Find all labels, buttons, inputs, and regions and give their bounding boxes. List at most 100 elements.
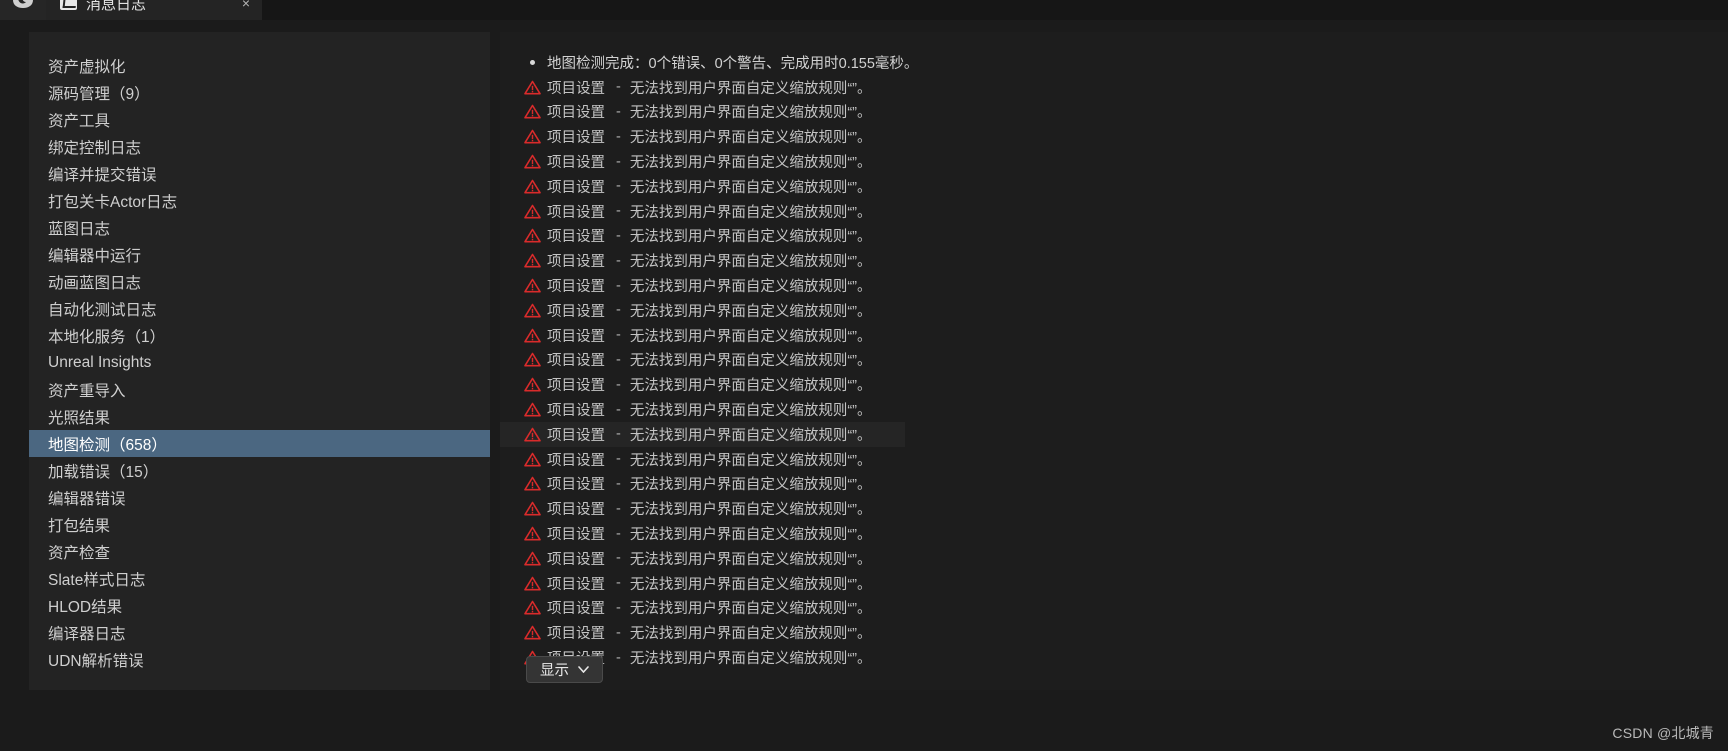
sidebar-item[interactable]: UDN解析错误 bbox=[29, 646, 490, 673]
message-row[interactable]: 项目设置-无法找到用户界面自定义缩放规则“”。 bbox=[500, 348, 1728, 373]
message-text: 无法找到用户界面自定义缩放规则“”。 bbox=[629, 328, 872, 345]
message-row[interactable]: 项目设置-无法找到用户界面自定义缩放规则“”。 bbox=[500, 596, 1728, 621]
message-category: 项目设置 bbox=[547, 130, 605, 147]
message-category: 项目设置 bbox=[547, 601, 605, 618]
sidebar-item[interactable]: 地图检测（658） bbox=[29, 430, 490, 457]
message-category: 项目设置 bbox=[547, 378, 605, 395]
message-row[interactable]: 项目设置-无法找到用户界面自定义缩放规则“”。 bbox=[500, 620, 1728, 645]
message-text: 无法找到用户界面自定义缩放规则“”。 bbox=[629, 527, 872, 544]
sidebar-item[interactable]: 资产虚拟化 bbox=[29, 52, 490, 79]
sidebar-item[interactable]: 资产检查 bbox=[29, 538, 490, 565]
message-text: 地图检测完成：0个错误、0个警告、完成用时0.155毫秒。 bbox=[547, 55, 919, 72]
message-row[interactable]: 项目设置-无法找到用户界面自定义缩放规则“”。 bbox=[500, 100, 1728, 125]
warning-triangle-icon bbox=[517, 303, 547, 318]
sidebar-item[interactable]: 源码管理（9） bbox=[29, 79, 490, 106]
sidebar-item[interactable]: 编辑器错误 bbox=[29, 484, 490, 511]
message-row[interactable]: 项目设置-无法找到用户界面自定义缩放规则“”。 bbox=[500, 447, 1728, 472]
warning-triangle-icon bbox=[517, 328, 547, 343]
message-text: 无法找到用户界面自定义缩放规则“”。 bbox=[629, 353, 872, 370]
message-list[interactable]: 地图检测完成：0个错误、0个警告、完成用时0.155毫秒。 项目设置 - 无法找到用户… bbox=[500, 32, 1728, 690]
message-separator: - bbox=[616, 599, 621, 616]
show-filter-dropdown-button[interactable]: 显示 bbox=[526, 656, 603, 683]
sidebar-item-label: 加载错误（15） bbox=[48, 463, 159, 481]
message-list-toolbar: 显示 bbox=[500, 653, 1728, 693]
warning-triangle-icon bbox=[517, 501, 547, 516]
message-row[interactable]: 项目设置-无法找到用户界面自定义缩放规则“”。 bbox=[500, 273, 1728, 298]
message-row[interactable]: 项目设置-无法找到用户界面自定义缩放规则“”。 bbox=[500, 298, 1728, 323]
message-row[interactable]: 项目设置-无法找到用户界面自定义缩放规则“”。 bbox=[500, 174, 1728, 199]
message-row[interactable]: 项目设置-无法找到用户界面自定义缩放规则“”。 bbox=[500, 521, 1728, 546]
sidebar-item[interactable]: 编辑器中运行 bbox=[29, 241, 490, 268]
sidebar-item[interactable]: 编译并提交错误 bbox=[29, 160, 490, 187]
sidebar-item[interactable]: 编译器日志 bbox=[29, 619, 490, 646]
tab-message-log[interactable]: 消息日志 × bbox=[46, 0, 262, 20]
message-separator: - bbox=[616, 351, 621, 368]
sidebar-item[interactable]: 本地化服务（1） bbox=[29, 322, 490, 349]
message-separator: - bbox=[616, 500, 621, 517]
message-row[interactable]: 项目设置-无法找到用户界面自定义缩放规则“”。 bbox=[500, 571, 1728, 596]
sidebar-item[interactable]: 加载错误（15） bbox=[29, 457, 490, 484]
warning-triangle-icon bbox=[517, 228, 547, 243]
sidebar-item[interactable]: 打包结果 bbox=[29, 511, 490, 538]
sidebar-item[interactable]: HLOD结果 bbox=[29, 592, 490, 619]
sidebar-item-label: 编辑器错误 bbox=[48, 490, 126, 508]
message-row[interactable]: 项目设置-无法找到用户界面自定义缩放规则“”。 bbox=[500, 75, 1728, 100]
message-row[interactable]: 项目设置-无法找到用户界面自定义缩放规则“”。 bbox=[500, 546, 1728, 571]
message-text: 无法找到用户界面自定义缩放规则“”。 bbox=[629, 601, 872, 618]
message-log-icon bbox=[60, 0, 77, 10]
message-row[interactable]: 项目设置-无法找到用户界面自定义缩放规则“”。 bbox=[500, 397, 1728, 422]
warning-triangle-icon bbox=[517, 154, 547, 169]
sidebar-item[interactable]: 动画蓝图日志 bbox=[29, 268, 490, 295]
message-category: 项目设置 bbox=[547, 477, 605, 494]
watermark: CSDN @北城青 bbox=[1612, 725, 1714, 741]
message-row[interactable]: 地图检测完成：0个错误、0个警告、完成用时0.155毫秒。 bbox=[500, 50, 1728, 75]
app-logo bbox=[0, 0, 46, 20]
warning-triangle-icon bbox=[517, 352, 547, 367]
message-row[interactable]: 项目设置-无法找到用户界面自定义缩放规则“”。 bbox=[500, 372, 1728, 397]
sidebar-item[interactable]: 自动化测试日志 bbox=[29, 295, 490, 322]
sidebar-item[interactable]: 资产工具 bbox=[29, 106, 490, 133]
message-text: 无法找到用户界面自定义缩放规则“”。 bbox=[629, 551, 872, 568]
sidebar-item-label: UDN解析错误 bbox=[48, 652, 144, 670]
warning-triangle-icon bbox=[517, 204, 547, 219]
message-row[interactable]: 项目设置-无法找到用户界面自定义缩放规则“”。 bbox=[500, 224, 1728, 249]
log-category-list[interactable]: 资产虚拟化 源码管理（9） 资产工具绑定控制日志 编译并提交错误 打包关卡Actor日志… bbox=[29, 32, 490, 673]
message-text: 无法找到用户界面自定义缩放规则“”。 bbox=[629, 502, 872, 519]
message-text: 无法找到用户界面自定义缩放规则“”。 bbox=[629, 80, 872, 97]
message-row[interactable]: 项目设置-无法找到用户界面自定义缩放规则“”。 bbox=[500, 124, 1728, 149]
message-row[interactable]: 项目设置-无法找到用户界面自定义缩放规则“”。 bbox=[500, 472, 1728, 497]
message-row[interactable]: 项目设置-无法找到用户界面自定义缩放规则“”。 bbox=[500, 149, 1728, 174]
show-filter-label: 显示 bbox=[540, 663, 569, 679]
message-separator: - bbox=[616, 376, 621, 393]
sidebar-item[interactable]: Unreal Insights bbox=[29, 349, 490, 376]
sidebar-item[interactable]: 光照结果 bbox=[29, 403, 490, 430]
message-category: 项目设置 bbox=[547, 353, 605, 370]
sidebar-item-label: 资产工具 bbox=[48, 112, 111, 130]
message-category: 项目设置 bbox=[547, 303, 605, 320]
sidebar-item-label: 资产检查 bbox=[48, 544, 111, 562]
sidebar-item-label: 动画蓝图日志 bbox=[48, 274, 142, 292]
tab-strip-empty-area bbox=[262, 0, 1728, 20]
sidebar-item-label: Unreal Insights bbox=[48, 353, 152, 371]
sidebar-item-label: 编译器日志 bbox=[48, 625, 126, 643]
message-row[interactable]: 项目设置-无法找到用户界面自定义缩放规则“”。 bbox=[500, 496, 1728, 521]
message-category: 项目设置 bbox=[547, 105, 605, 122]
warning-triangle-icon bbox=[517, 278, 547, 293]
message-row[interactable]: 项目设置-无法找到用户界面自定义缩放规则“”。 bbox=[500, 421, 905, 447]
warning-triangle-icon bbox=[517, 129, 547, 144]
close-icon[interactable]: × bbox=[216, 0, 250, 10]
message-list-panel: 地图检测完成：0个错误、0个警告、完成用时0.155毫秒。 项目设置 - 无法找到用户… bbox=[500, 32, 1728, 690]
sidebar-item[interactable]: 绑定控制日志 bbox=[29, 133, 490, 160]
message-row[interactable]: 项目设置-无法找到用户界面自定义缩放规则“”。 bbox=[500, 248, 1728, 273]
message-category: 项目设置 bbox=[547, 155, 605, 172]
panel-divider[interactable] bbox=[490, 32, 500, 690]
sidebar-item[interactable]: 资产重导入 bbox=[29, 376, 490, 403]
sidebar-item[interactable]: Slate样式日志 bbox=[29, 565, 490, 592]
sidebar-item[interactable]: 蓝图日志 bbox=[29, 214, 490, 241]
message-category: 项目设置 bbox=[547, 179, 605, 196]
message-row[interactable]: 项目设置-无法找到用户界面自定义缩放规则“”。 bbox=[500, 199, 1728, 224]
message-text: 无法找到用户界面自定义缩放规则“”。 bbox=[629, 155, 872, 172]
sidebar-item[interactable]: 打包关卡Actor日志 bbox=[29, 187, 490, 214]
message-separator: - bbox=[616, 252, 621, 269]
message-row[interactable]: 项目设置-无法找到用户界面自定义缩放规则“”。 bbox=[500, 323, 1728, 348]
